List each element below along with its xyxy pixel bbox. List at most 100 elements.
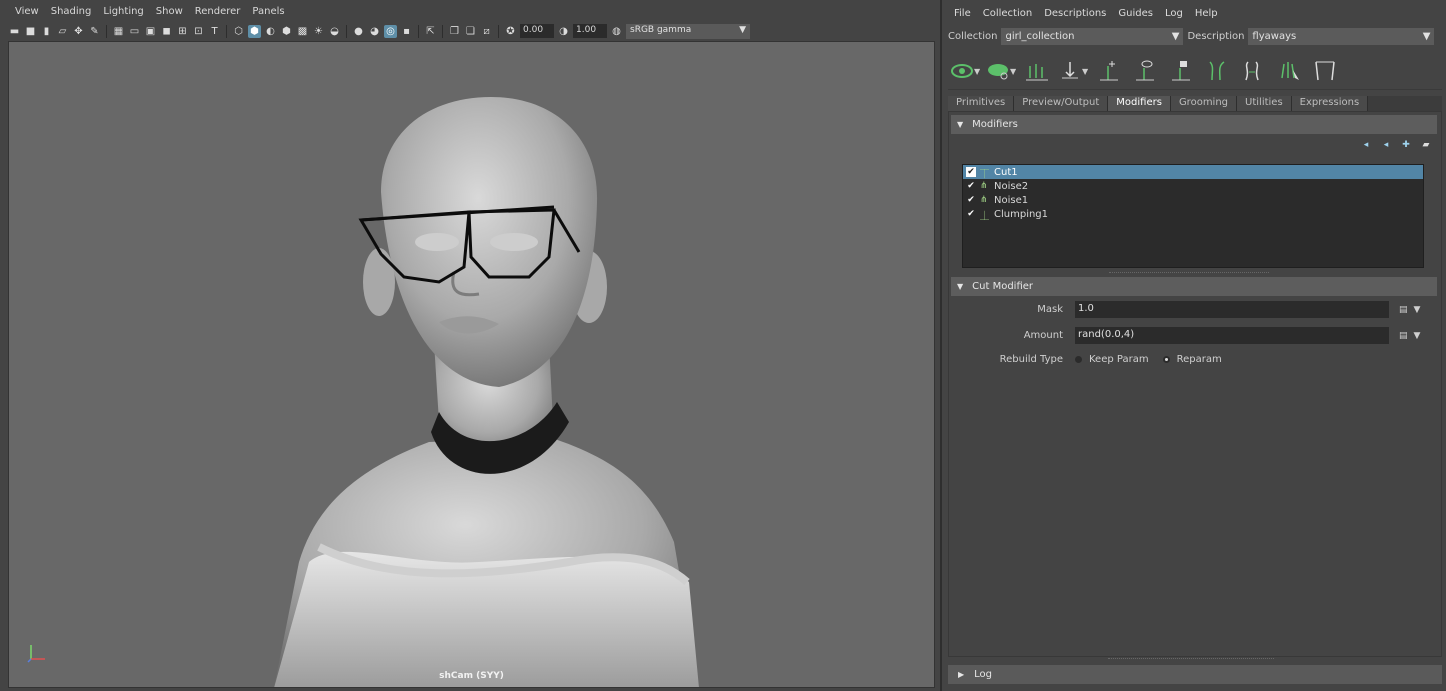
- color-space-select[interactable]: sRGB gamma ▼: [626, 23, 750, 39]
- menu-view[interactable]: View: [9, 4, 45, 22]
- chevron-down-icon[interactable]: ▼: [1414, 331, 1421, 341]
- xray-icon[interactable]: ❐: [448, 25, 461, 38]
- gate-mask-icon[interactable]: ◼: [160, 25, 173, 38]
- list-item[interactable]: ✔ ⋔ Noise1: [963, 193, 1423, 207]
- triangle-down-icon: ▼: [957, 120, 964, 129]
- modifiers-section-header[interactable]: ▼ Modifiers: [951, 115, 1437, 134]
- menu-renderer[interactable]: Renderer: [189, 4, 247, 22]
- grid-icon[interactable]: ▦: [112, 25, 125, 38]
- show-guides-icon[interactable]: [1130, 56, 1160, 86]
- radio-reparam[interactable]: Reparam: [1162, 354, 1222, 365]
- tab-utilities[interactable]: Utilities: [1237, 96, 1292, 111]
- add-modifier-icon[interactable]: ✚: [1399, 139, 1413, 151]
- folder-icon[interactable]: ▰: [1419, 139, 1433, 151]
- bend-guides-icon[interactable]: [1238, 56, 1268, 86]
- chevron-down-icon: ▼: [1422, 31, 1431, 42]
- lights-icon[interactable]: ☀: [312, 25, 325, 38]
- checkbox[interactable]: ✔: [966, 195, 976, 205]
- tab-grooming[interactable]: Grooming: [1170, 96, 1238, 111]
- list-item[interactable]: ✔ ⏊ Clumping1: [963, 207, 1423, 223]
- preview-eye-icon[interactable]: ▼: [950, 56, 980, 86]
- depth-of-field-icon[interactable]: ▪: [400, 25, 413, 38]
- tab-modifiers[interactable]: Modifiers: [1108, 96, 1171, 111]
- collection-dropdown[interactable]: girl_collection ▼: [1001, 28, 1184, 45]
- motion-blur-icon[interactable]: ◕: [368, 25, 381, 38]
- description-dropdown[interactable]: flyaways ▼: [1248, 28, 1435, 45]
- move-down-icon[interactable]: ◂: [1379, 139, 1393, 151]
- menu-collection[interactable]: Collection: [977, 6, 1038, 21]
- tab-preview-output[interactable]: Preview/Output: [1014, 96, 1109, 111]
- gamma-icon[interactable]: ◑: [557, 25, 570, 38]
- smooth-shade-icon[interactable]: ⬢: [248, 24, 261, 38]
- normalize-guides-icon[interactable]: [1310, 56, 1340, 86]
- checkbox[interactable]: ✔: [966, 209, 976, 219]
- menu-lighting[interactable]: Lighting: [97, 4, 149, 22]
- menu-shading[interactable]: Shading: [45, 4, 98, 22]
- grease-pencil-icon[interactable]: ✎: [88, 25, 101, 38]
- gamma-field[interactable]: 1.00: [573, 24, 607, 38]
- menu-panels[interactable]: Panels: [246, 4, 290, 22]
- film-gate-icon[interactable]: ▭: [128, 25, 141, 38]
- chevron-down-icon[interactable]: ▼: [1414, 305, 1421, 315]
- screen-space-ao-icon[interactable]: ●: [352, 25, 365, 38]
- color-management-icon[interactable]: ◍: [610, 25, 623, 38]
- cut-modifier-section-header[interactable]: ▼ Cut Modifier: [951, 277, 1437, 296]
- wireframe-icon[interactable]: ⬡: [232, 25, 245, 38]
- textured-icon[interactable]: ▩: [296, 25, 309, 38]
- list-item[interactable]: ✔ ⏉ Cut1: [963, 165, 1423, 180]
- shadows-icon[interactable]: ◒: [328, 25, 341, 38]
- modifier-list: ✔ ⏉ Cut1 ✔ ⋔ Noise2 ✔ ⋔ Noise1 ✔ ⏊ Clump…: [962, 164, 1424, 268]
- expression-editor-icon[interactable]: ▤: [1399, 331, 1408, 341]
- log-section-header[interactable]: ▶ Log: [948, 665, 1442, 684]
- tab-primitives[interactable]: Primitives: [948, 96, 1015, 111]
- exposure-icon[interactable]: ✪: [504, 25, 517, 38]
- anti-aliasing-icon[interactable]: ◎: [384, 24, 397, 38]
- menu-show[interactable]: Show: [150, 4, 189, 22]
- viewport-canvas[interactable]: shCam (SYY): [8, 41, 935, 688]
- checkbox[interactable]: ✔: [966, 167, 976, 177]
- mask-field[interactable]: 1.0: [1075, 301, 1389, 318]
- move-up-icon[interactable]: ◂: [1359, 139, 1373, 151]
- tab-expressions[interactable]: Expressions: [1291, 96, 1369, 111]
- image-plane-icon[interactable]: ▱: [56, 25, 69, 38]
- camera-attributes-icon[interactable]: ■: [24, 25, 37, 38]
- wireframe-on-shaded-icon[interactable]: ⬢: [280, 25, 293, 38]
- expression-menu[interactable]: ▤ ▼: [1399, 305, 1420, 315]
- menu-guides[interactable]: Guides: [1112, 6, 1159, 21]
- menu-descriptions[interactable]: Descriptions: [1038, 6, 1112, 21]
- menu-help[interactable]: Help: [1189, 6, 1224, 21]
- radio-keep-param[interactable]: Keep Param: [1075, 354, 1149, 365]
- list-item[interactable]: ✔ ⋔ Noise2: [963, 179, 1423, 193]
- lock-guides-icon[interactable]: [1166, 56, 1196, 86]
- resize-handle[interactable]: [1108, 658, 1274, 660]
- checkbox[interactable]: ✔: [966, 181, 976, 191]
- place-guides-icon[interactable]: ▼: [1058, 56, 1088, 86]
- clear-preview-icon[interactable]: ▼: [986, 56, 1016, 86]
- modifiers-section-title: Modifiers: [972, 119, 1018, 130]
- radio-label: Keep Param: [1089, 354, 1149, 365]
- svg-text:▼: ▼: [974, 67, 980, 76]
- add-guides-icon[interactable]: [1022, 56, 1052, 86]
- description-label: Description: [1187, 31, 1245, 42]
- expression-editor-icon[interactable]: ▤: [1399, 305, 1408, 315]
- expression-menu[interactable]: ▤ ▼: [1399, 331, 1420, 341]
- sculpt-guides-icon[interactable]: [1202, 56, 1232, 86]
- menu-log[interactable]: Log: [1159, 6, 1189, 21]
- menu-file[interactable]: File: [948, 6, 977, 21]
- safe-title-icon[interactable]: T: [208, 25, 221, 38]
- select-guides-icon[interactable]: [1274, 56, 1304, 86]
- 2d-pan-icon[interactable]: ✥: [72, 25, 85, 38]
- field-chart-icon[interactable]: ⊞: [176, 25, 189, 38]
- default-material-icon[interactable]: ◐: [264, 25, 277, 38]
- xray-components-icon[interactable]: ⧄: [480, 25, 493, 38]
- amount-field[interactable]: rand(0.0,4): [1075, 327, 1389, 344]
- resolution-gate-icon[interactable]: ▣: [144, 25, 157, 38]
- safe-action-icon[interactable]: ⊡: [192, 25, 205, 38]
- bookmark-icon[interactable]: ▮: [40, 25, 53, 38]
- add-guide-icon[interactable]: [1094, 56, 1124, 86]
- isolate-select-icon[interactable]: ⇱: [424, 25, 437, 38]
- resize-handle[interactable]: [1109, 272, 1269, 274]
- xray-joints-icon[interactable]: ❏: [464, 25, 477, 38]
- exposure-field[interactable]: 0.00: [520, 24, 554, 38]
- select-camera-icon[interactable]: ▬: [8, 25, 21, 38]
